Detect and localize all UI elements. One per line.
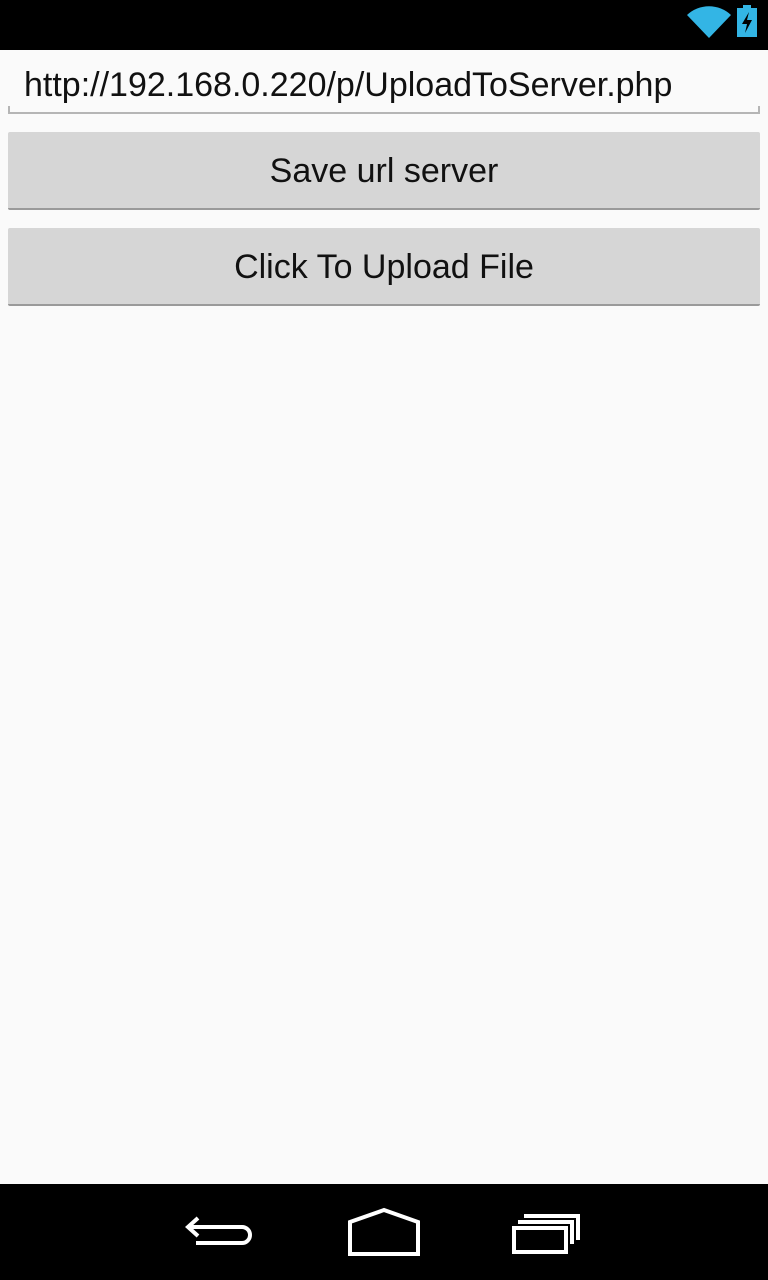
main-content: http://192.168.0.220/p/UploadToServer.ph… bbox=[0, 50, 768, 1184]
home-icon[interactable] bbox=[336, 1206, 432, 1258]
server-url-field[interactable]: http://192.168.0.220/p/UploadToServer.ph… bbox=[8, 60, 760, 114]
navigation-bar bbox=[0, 1184, 768, 1280]
screen: http://192.168.0.220/p/UploadToServer.ph… bbox=[0, 0, 768, 1280]
recent-apps-icon[interactable] bbox=[498, 1206, 594, 1258]
upload-file-button[interactable]: Click To Upload File bbox=[8, 228, 760, 306]
back-icon[interactable] bbox=[176, 1206, 272, 1258]
status-bar bbox=[0, 0, 768, 50]
wifi-icon bbox=[687, 6, 731, 38]
battery-charging-icon bbox=[737, 5, 757, 37]
save-url-button[interactable]: Save url server bbox=[8, 132, 760, 210]
url-field-underline bbox=[8, 106, 760, 114]
